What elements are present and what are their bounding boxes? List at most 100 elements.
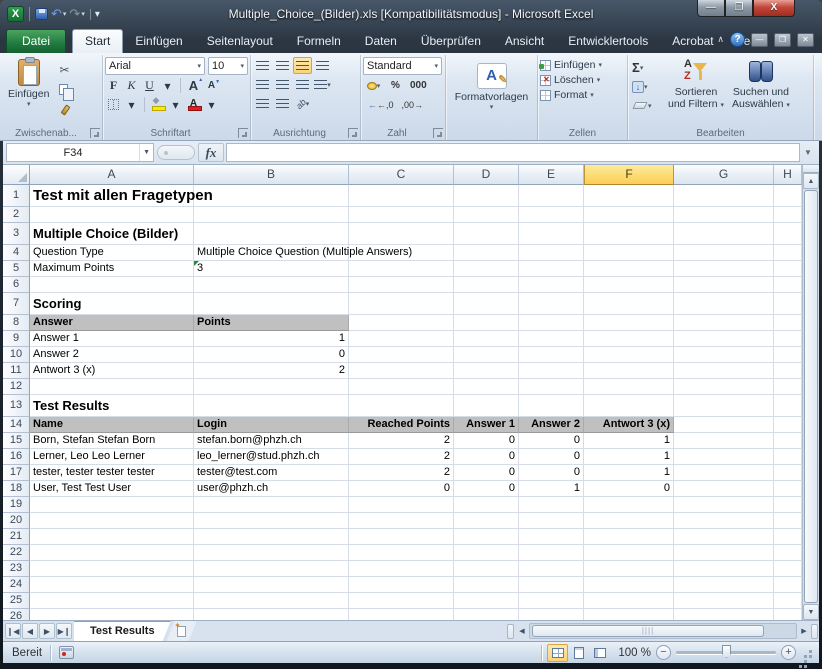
- find-select-button[interactable]: Suchen undAuswählen ▾: [728, 57, 794, 125]
- cell-G15[interactable]: [674, 433, 774, 449]
- cell-A23[interactable]: [30, 561, 194, 577]
- align-left-button[interactable]: [253, 76, 272, 93]
- cell-H15[interactable]: [774, 433, 802, 449]
- wrap-text-button[interactable]: [313, 57, 332, 74]
- cell-C14[interactable]: Reached Points: [349, 417, 454, 433]
- cell-H16[interactable]: [774, 449, 802, 465]
- redo-dropdown-icon[interactable]: ▾: [81, 10, 85, 18]
- cell-B4[interactable]: Multiple Choice Question (Multiple Answe…: [194, 245, 349, 261]
- cell-F8[interactable]: [584, 315, 674, 331]
- last-sheet-icon[interactable]: ▶❙: [56, 623, 72, 639]
- cell-H21[interactable]: [774, 529, 802, 545]
- row-header-17[interactable]: 17: [3, 465, 30, 481]
- cell-H2[interactable]: [774, 207, 802, 223]
- cell-E7[interactable]: [519, 293, 584, 315]
- cell-H3[interactable]: [774, 223, 802, 245]
- cell-A21[interactable]: [30, 529, 194, 545]
- customize-qat-button[interactable]: ▾: [90, 9, 100, 20]
- cell-G9[interactable]: [674, 331, 774, 347]
- underline-dropdown-icon[interactable]: ▾: [159, 77, 176, 94]
- cell-E18[interactable]: 1: [519, 481, 584, 497]
- excel-logo-icon[interactable]: X: [7, 6, 24, 22]
- cell-F15[interactable]: 1: [584, 433, 674, 449]
- decrease-indent-button[interactable]: [253, 95, 272, 112]
- scroll-right-icon[interactable]: ▶: [797, 623, 811, 639]
- cell-F18[interactable]: 0: [584, 481, 674, 497]
- close-button[interactable]: X: [753, 0, 795, 17]
- insert-cells-button[interactable]: Einfügen▾: [540, 59, 625, 71]
- row-header-13[interactable]: 13: [3, 395, 30, 417]
- zoom-level[interactable]: 100 %: [615, 647, 651, 659]
- cell-E21[interactable]: [519, 529, 584, 545]
- cell-D19[interactable]: [454, 497, 519, 513]
- cell-A1[interactable]: Test mit allen Fragetypen: [30, 185, 194, 207]
- cell-H20[interactable]: [774, 513, 802, 529]
- cell-H8[interactable]: [774, 315, 802, 331]
- row-header-25[interactable]: 25: [3, 593, 30, 609]
- cell-E25[interactable]: [519, 593, 584, 609]
- cell-E11[interactable]: [519, 363, 584, 379]
- ribbon-tab-datei[interactable]: Datei: [6, 29, 66, 53]
- cell-C13[interactable]: [349, 395, 454, 417]
- row-header-19[interactable]: 19: [3, 497, 30, 513]
- cell-F1[interactable]: [584, 185, 674, 207]
- row-header-4[interactable]: 4: [3, 245, 30, 261]
- cell-F9[interactable]: [584, 331, 674, 347]
- font-color-button[interactable]: A: [185, 96, 202, 113]
- cell-A15[interactable]: Born, Stefan Stefan Born: [30, 433, 194, 449]
- cell-D22[interactable]: [454, 545, 519, 561]
- cell-H1[interactable]: [774, 185, 802, 207]
- row-header-2[interactable]: 2: [3, 207, 30, 223]
- row-header-12[interactable]: 12: [3, 379, 30, 395]
- number-format-combo[interactable]: Standard▾: [363, 57, 442, 75]
- cell-D20[interactable]: [454, 513, 519, 529]
- minimize-ribbon-icon[interactable]: ∧: [717, 34, 724, 45]
- cell-C7[interactable]: [349, 293, 454, 315]
- cell-E17[interactable]: 0: [519, 465, 584, 481]
- copy-button[interactable]: ▾: [57, 81, 74, 98]
- cell-F14[interactable]: Antwort 3 (x): [584, 417, 674, 433]
- cell-D4[interactable]: [454, 245, 519, 261]
- cell-E15[interactable]: 0: [519, 433, 584, 449]
- ribbon-tab-acrobat[interactable]: Acrobat: [660, 30, 725, 53]
- cell-C2[interactable]: [349, 207, 454, 223]
- zoom-in-button[interactable]: +: [781, 645, 796, 660]
- cell-C26[interactable]: [349, 609, 454, 620]
- align-right-button[interactable]: [293, 76, 312, 93]
- cell-H22[interactable]: [774, 545, 802, 561]
- cell-F17[interactable]: 1: [584, 465, 674, 481]
- cell-E10[interactable]: [519, 347, 584, 363]
- zoom-slider[interactable]: [676, 651, 776, 654]
- cell-H24[interactable]: [774, 577, 802, 593]
- cell-H10[interactable]: [774, 347, 802, 363]
- cell-G22[interactable]: [674, 545, 774, 561]
- fill-color-dropdown-icon[interactable]: ▾: [167, 96, 184, 113]
- cell-B14[interactable]: Login: [194, 417, 349, 433]
- cell-A19[interactable]: [30, 497, 194, 513]
- cell-A9[interactable]: Answer 1: [30, 331, 194, 347]
- borders-button[interactable]: [105, 96, 122, 113]
- ribbon-tab-seitenlayout[interactable]: Seitenlayout: [195, 30, 285, 53]
- align-middle-button[interactable]: [273, 57, 292, 74]
- font-size-combo[interactable]: 10▾: [208, 57, 248, 75]
- undo-button[interactable]: ↶▾: [51, 6, 66, 22]
- cell-H14[interactable]: [774, 417, 802, 433]
- delete-cells-button[interactable]: Löschen▾: [540, 74, 625, 86]
- cell-B18[interactable]: user@phzh.ch: [194, 481, 349, 497]
- cell-E6[interactable]: [519, 277, 584, 293]
- cell-E20[interactable]: [519, 513, 584, 529]
- row-header-24[interactable]: 24: [3, 577, 30, 593]
- row-header-23[interactable]: 23: [3, 561, 30, 577]
- redo-button[interactable]: ↷▾: [69, 6, 84, 22]
- merge-center-button[interactable]: ▾: [313, 76, 332, 93]
- cell-B3[interactable]: [194, 223, 349, 245]
- zoom-out-button[interactable]: −: [656, 645, 671, 660]
- cell-F23[interactable]: [584, 561, 674, 577]
- row-header-16[interactable]: 16: [3, 449, 30, 465]
- column-header-A[interactable]: A: [30, 165, 194, 185]
- cell-C8[interactable]: [349, 315, 454, 331]
- cell-C19[interactable]: [349, 497, 454, 513]
- italic-button[interactable]: K: [123, 77, 140, 94]
- cell-A5[interactable]: Maximum Points: [30, 261, 194, 277]
- cell-A13[interactable]: Test Results: [30, 395, 194, 417]
